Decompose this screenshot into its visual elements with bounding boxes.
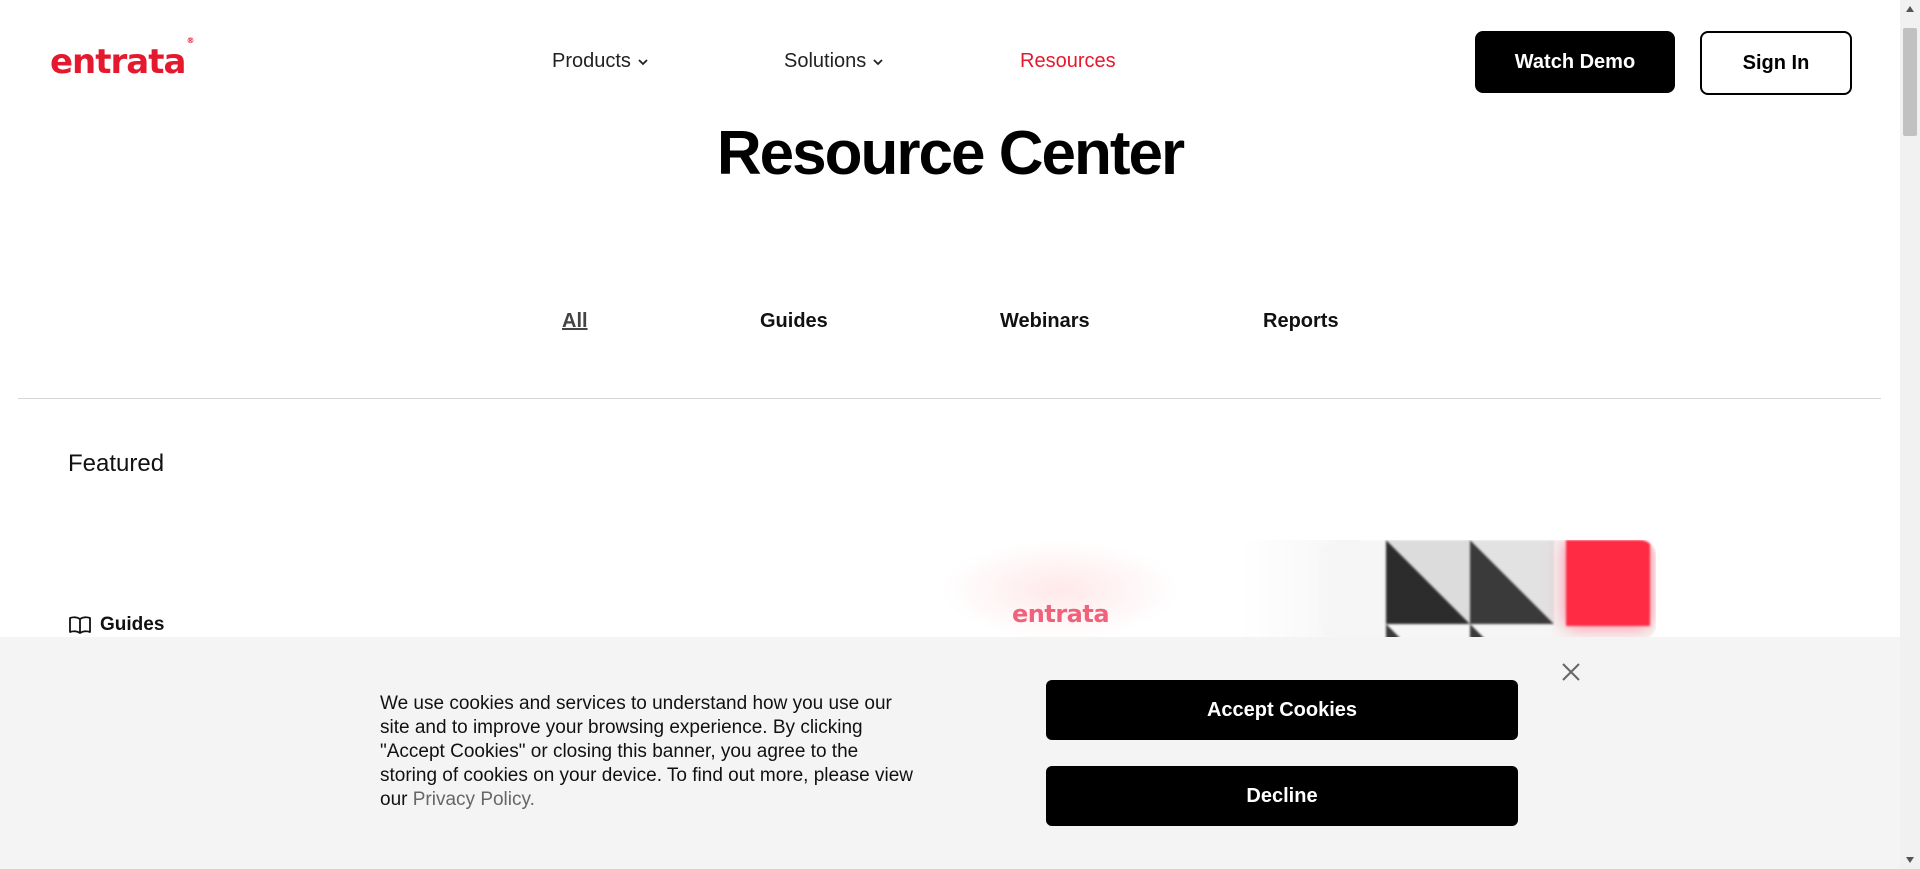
nav-solutions-label: Solutions	[784, 50, 867, 72]
logo-text: entrata	[50, 42, 186, 82]
tab-guides[interactable]: Guides	[760, 310, 828, 333]
tab-webinars[interactable]: Webinars	[1000, 310, 1090, 333]
chevron-down-icon	[638, 58, 648, 65]
site-header: entrata® Products Solutions Resources Wa…	[0, 0, 1900, 125]
watch-demo-button[interactable]: Watch Demo	[1475, 31, 1675, 93]
nav-solutions[interactable]: Solutions	[784, 50, 884, 73]
card-artwork	[1320, 540, 1656, 640]
scroll-down-arrow-icon[interactable]	[1906, 857, 1914, 863]
section-divider	[18, 398, 1881, 399]
entrata-logo[interactable]: entrata®	[50, 36, 194, 82]
nav-resources[interactable]: Resources	[1020, 50, 1116, 73]
nav-products[interactable]: Products	[552, 50, 649, 73]
page-scrollbar[interactable]	[1900, 0, 1920, 869]
accept-cookies-button[interactable]: Accept Cookies	[1046, 680, 1518, 740]
triangle-shape	[1386, 540, 1470, 624]
sign-in-button[interactable]: Sign In	[1700, 31, 1852, 95]
book-icon	[69, 616, 91, 634]
decline-cookies-button[interactable]: Decline	[1046, 766, 1518, 826]
featured-card-image[interactable]: entrata	[940, 540, 1656, 640]
tab-all[interactable]: All	[562, 310, 588, 333]
resource-tabs: All Guides Webinars Reports	[0, 310, 1900, 340]
close-icon[interactable]	[1559, 660, 1583, 684]
red-square-shape	[1566, 540, 1650, 626]
chevron-down-icon	[873, 58, 883, 65]
nav-resources-label: Resources	[1020, 50, 1116, 72]
page-title: Resource Center	[716, 119, 1185, 188]
featured-category-label: Guides	[100, 614, 165, 635]
card-logo: entrata	[1012, 600, 1110, 628]
privacy-policy-link[interactable]: Privacy Policy.	[413, 789, 535, 810]
featured-category[interactable]: Guides	[68, 614, 164, 636]
triangle-shape	[1470, 540, 1554, 624]
registered-mark: ®	[186, 35, 194, 45]
scrollbar-thumb[interactable]	[1903, 28, 1917, 136]
featured-heading: Featured	[68, 450, 165, 477]
tab-reports[interactable]: Reports	[1263, 310, 1339, 333]
scroll-up-arrow-icon[interactable]	[1906, 6, 1914, 12]
nav-products-label: Products	[552, 50, 631, 72]
cookie-banner: We use cookies and services to understan…	[0, 637, 1900, 869]
cookie-message: We use cookies and services to understan…	[380, 692, 920, 812]
